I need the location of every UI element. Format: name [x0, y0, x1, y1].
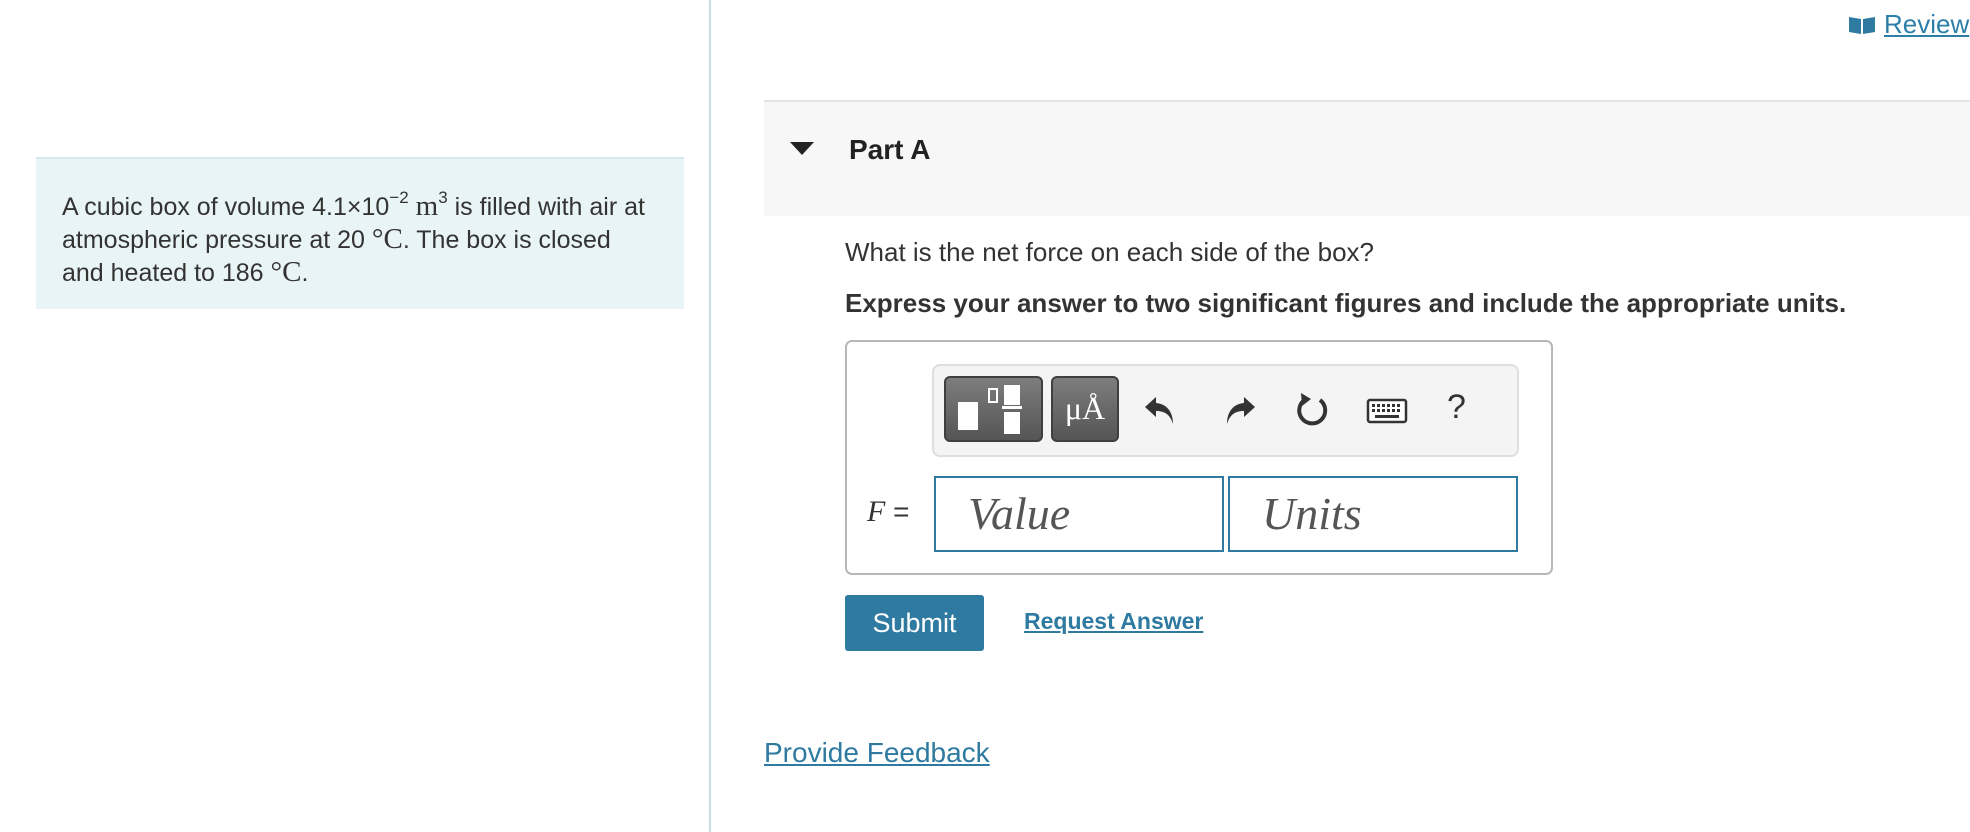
submit-button[interactable]: Submit	[845, 595, 984, 651]
math-toolbar: μÅ ?	[932, 364, 1519, 457]
volume-exponent: −2	[389, 187, 409, 207]
redo-icon[interactable]	[1218, 390, 1258, 430]
reset-icon[interactable]	[1293, 390, 1333, 430]
problem-statement: A cubic box of volume 4.1×10−2 m3 is fil…	[36, 157, 684, 309]
provide-feedback-link[interactable]: Provide Feedback	[764, 737, 990, 769]
part-header[interactable]: Part A	[764, 102, 1970, 216]
temp-unit-2: °C	[270, 256, 302, 288]
instruction-text: Express your answer to two significant f…	[845, 288, 1847, 318]
answer-variable-label: F =	[867, 495, 909, 529]
collapse-caret-icon[interactable]	[790, 142, 814, 155]
part-title: Part A	[849, 134, 931, 165]
request-answer-link[interactable]: Request Answer	[1024, 608, 1203, 635]
value-input[interactable]: Value	[934, 476, 1224, 552]
problem-text-prefix: A cubic box of volume 4.1×10	[62, 193, 390, 221]
units-icon: μÅ	[1064, 390, 1106, 426]
temp-unit-1: °C	[371, 223, 403, 255]
keyboard-icon[interactable]	[1366, 390, 1408, 430]
undo-icon[interactable]	[1142, 390, 1182, 430]
answer-box: μÅ ? F = Value Units	[845, 340, 1553, 575]
volume-unit-exponent: 3	[438, 187, 448, 207]
volume-unit: m	[415, 190, 439, 222]
help-icon[interactable]: ?	[1447, 388, 1466, 427]
pane-divider	[709, 0, 711, 832]
units-input[interactable]: Units	[1228, 476, 1518, 552]
units-button[interactable]: μÅ	[1051, 376, 1119, 442]
book-icon	[1849, 17, 1875, 34]
answer-variable: F	[867, 495, 886, 528]
problem-text-end: .	[301, 259, 309, 287]
equals-sign: =	[885, 496, 910, 527]
templates-button[interactable]	[944, 376, 1043, 442]
question-text: What is the net force on each side of th…	[845, 237, 1374, 267]
review-link[interactable]: Review	[1848, 9, 1969, 40]
review-label: Review	[1884, 9, 1970, 39]
